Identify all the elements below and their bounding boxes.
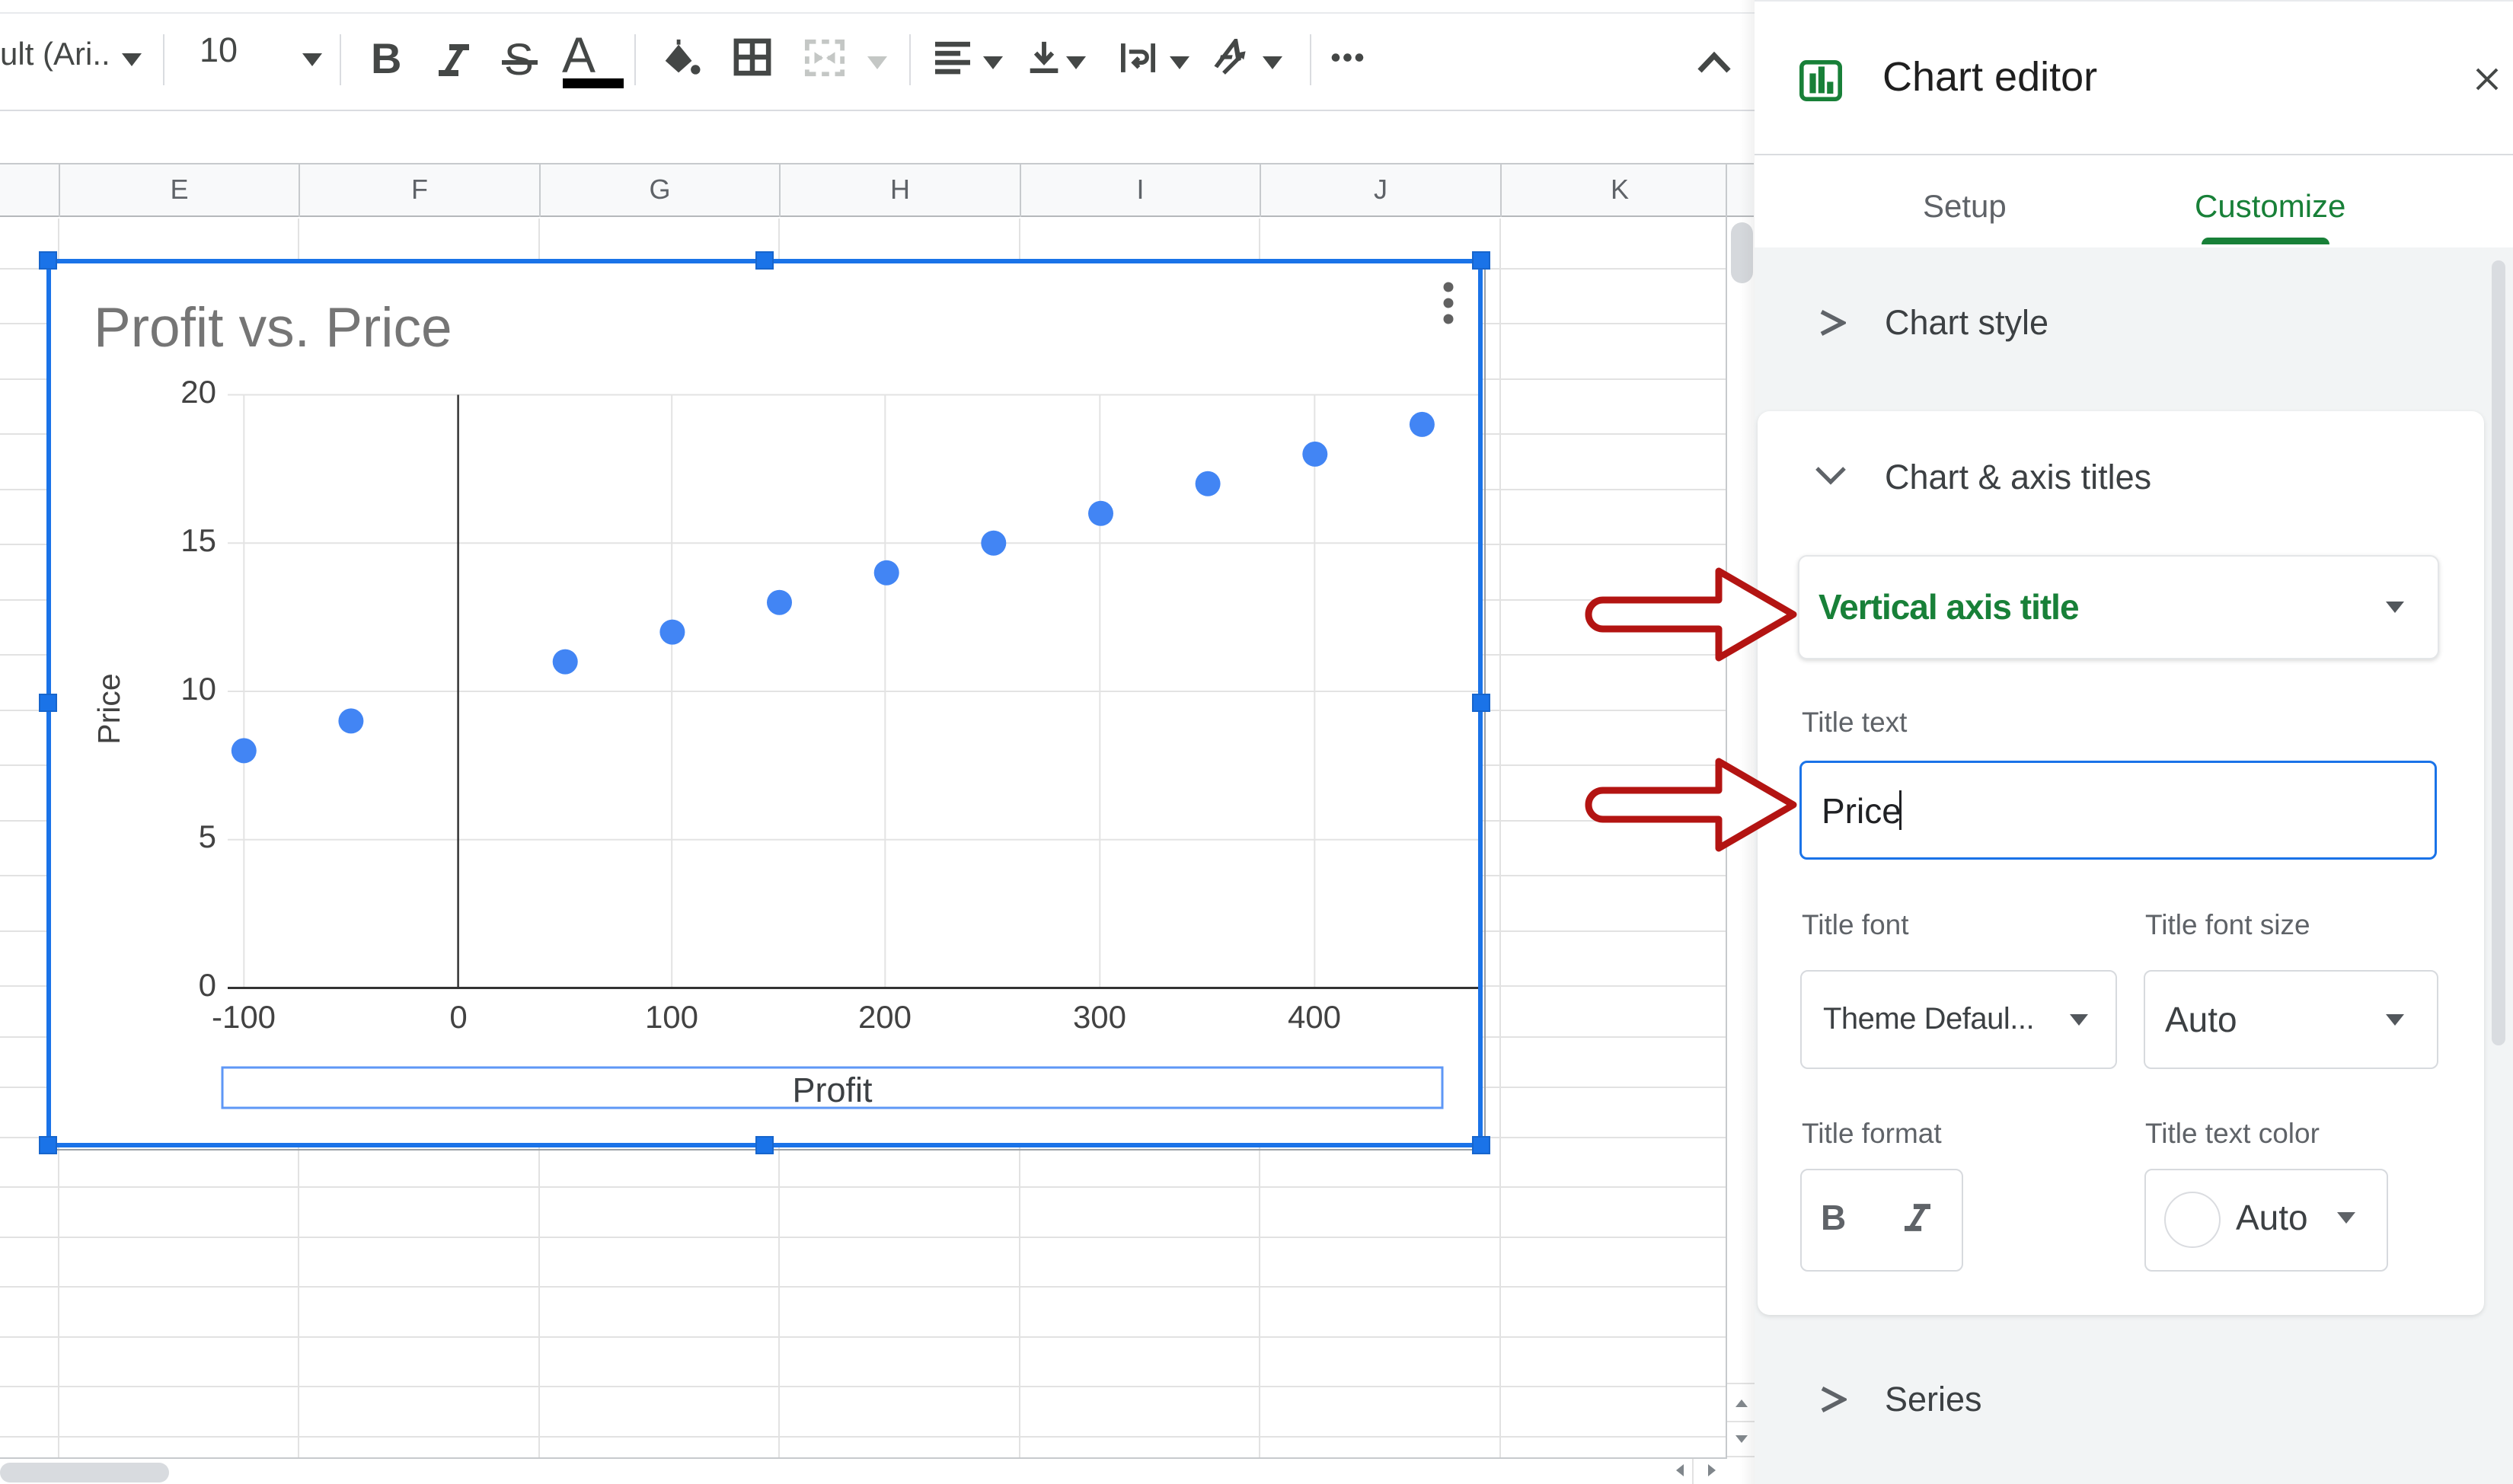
svg-text:Profit: Profit xyxy=(792,1071,873,1109)
svg-text:0: 0 xyxy=(199,967,216,1003)
svg-text:400: 400 xyxy=(1288,999,1341,1035)
svg-text:100: 100 xyxy=(645,999,698,1035)
svg-text:10: 10 xyxy=(180,671,216,707)
svg-text:0: 0 xyxy=(449,999,467,1035)
svg-text:20: 20 xyxy=(180,374,216,410)
svg-text:Profit vs. Price: Profit vs. Price xyxy=(94,297,452,359)
svg-text:200: 200 xyxy=(858,999,912,1035)
svg-text:Price: Price xyxy=(91,673,126,744)
svg-text:-100: -100 xyxy=(212,999,276,1035)
svg-text:300: 300 xyxy=(1073,999,1126,1035)
svg-text:15: 15 xyxy=(180,522,216,558)
svg-text:5: 5 xyxy=(199,819,216,854)
